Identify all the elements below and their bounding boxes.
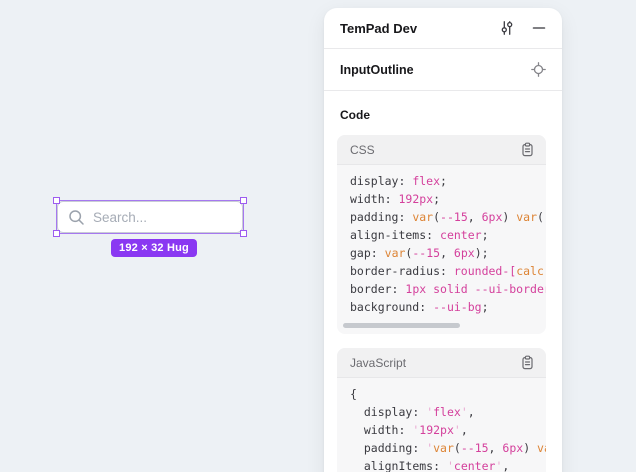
selection-handle-bottom-right[interactable] <box>240 230 247 237</box>
code-block-label: JavaScript <box>350 356 406 370</box>
code-line: { <box>350 385 546 403</box>
crosshair-locate-icon[interactable] <box>531 62 546 77</box>
minimize-icon[interactable] <box>532 21 546 35</box>
size-badge: 192 × 32 Hug <box>111 239 197 257</box>
javascript-code[interactable]: { display: 'flex', width: '192px', paddi… <box>337 378 546 472</box>
selection-overlay: Search... <box>56 200 244 234</box>
selection-handle-top-left[interactable] <box>53 197 60 204</box>
code-section-title: Code <box>337 108 546 122</box>
selected-component-row: InputOutline <box>324 49 562 91</box>
code-line: padding: var(--15, 6px) var(--15, 6px); <box>350 208 546 226</box>
panel-body: Code CSS display: flex;width: 192px;padd… <box>324 91 562 472</box>
code-line: gap: var(--15, 6px); <box>350 244 546 262</box>
tempad-dev-panel: TemPad Dev InputOutline <box>324 8 562 472</box>
code-line: width: 192px; <box>350 190 546 208</box>
code-line: padding: 'var(--15, 6px) var(--15, 6px)'… <box>350 439 546 457</box>
code-line: width: '192px', <box>350 421 546 439</box>
css-code-block: CSS display: flex;width: 192px;padding: … <box>337 135 546 334</box>
code-line: align-items: center; <box>350 226 546 244</box>
javascript-block-header: JavaScript <box>337 348 546 378</box>
settings-sliders-icon[interactable] <box>499 20 515 36</box>
component-name: InputOutline <box>340 63 414 77</box>
code-line: background: --ui-bg; <box>350 298 546 316</box>
clipboard-copy-icon[interactable] <box>520 355 535 370</box>
horizontal-scrollbar[interactable] <box>343 323 460 328</box>
code-line: display: flex; <box>350 172 546 190</box>
code-line: border-radius: rounded-[calc(var(--round… <box>350 262 546 280</box>
clipboard-copy-icon[interactable] <box>520 142 535 157</box>
panel-header-actions <box>499 20 546 36</box>
javascript-code-block: JavaScript { display: 'flex', width: '19… <box>337 348 546 472</box>
css-code[interactable]: display: flex;width: 192px;padding: var(… <box>337 165 546 320</box>
search-input-component[interactable]: Search... <box>57 201 243 233</box>
selection-handle-bottom-left[interactable] <box>53 230 60 237</box>
search-placeholder-text: Search... <box>93 210 147 225</box>
code-line: border: 1px solid --ui-border-color; <box>350 280 546 298</box>
code-line: display: 'flex', <box>350 403 546 421</box>
selection-handle-top-right[interactable] <box>240 197 247 204</box>
search-icon <box>68 209 85 226</box>
panel-header: TemPad Dev <box>324 8 562 49</box>
code-line: alignItems: 'center', <box>350 457 546 472</box>
panel-title: TemPad Dev <box>340 21 417 36</box>
code-block-label: CSS <box>350 143 375 157</box>
css-block-header: CSS <box>337 135 546 165</box>
